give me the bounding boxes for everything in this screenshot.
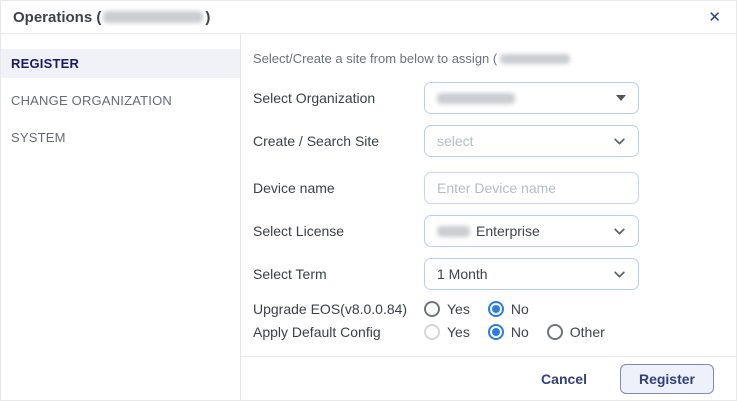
apply-default-config-radio-group: Yes No Other (424, 324, 605, 340)
modal-footer: Cancel Register (253, 357, 736, 401)
redacted-device-id (103, 11, 203, 23)
register-button[interactable]: Register (620, 364, 714, 394)
apply-default-config-radio-no[interactable]: No (488, 324, 529, 340)
upgrade-eos-radio-group: Yes No (424, 301, 529, 317)
upgrade-eos-label: Upgrade EOS(v8.0.0.84) (253, 301, 424, 317)
select-license-dropdown[interactable]: Enterprise (424, 215, 639, 247)
row-select-organization: Select Organization (253, 82, 736, 114)
upgrade-eos-no-label: No (511, 301, 529, 317)
select-organization-dropdown[interactable] (424, 82, 639, 114)
device-name-placeholder: Enter Device name (437, 180, 626, 196)
upgrade-eos-radio-yes[interactable]: Yes (424, 301, 470, 317)
apply-default-config-other-label: Other (570, 324, 605, 340)
chevron-down-icon (613, 225, 626, 238)
radio-checked-icon (488, 324, 504, 340)
select-term-value: 1 Month (437, 266, 613, 282)
sidebar-item-register[interactable]: REGISTER (1, 49, 240, 78)
create-search-site-placeholder: select (437, 133, 613, 149)
modal-header: Operations () ✕ (1, 1, 736, 34)
chevron-down-icon (613, 268, 626, 281)
radio-unchecked-icon (424, 301, 440, 317)
apply-default-config-radio-other[interactable]: Other (547, 324, 605, 340)
row-upgrade-eos: Upgrade EOS(v8.0.0.84) Yes No (253, 301, 736, 317)
modal-title-prefix: Operations ( (13, 9, 101, 26)
select-term-dropdown[interactable]: 1 Month (424, 258, 639, 290)
upgrade-eos-yes-label: Yes (447, 301, 470, 317)
apply-default-config-no-label: No (511, 324, 529, 340)
select-organization-label: Select Organization (253, 90, 424, 106)
row-select-license: Select License Enterprise (253, 215, 736, 247)
select-organization-value (437, 93, 616, 104)
modal-title-suffix: ) (205, 9, 210, 26)
row-create-search-site: Create / Search Site select (253, 125, 736, 157)
row-device-name: Device name Enter Device name (253, 172, 736, 204)
cancel-button[interactable]: Cancel (541, 371, 587, 387)
redacted-organization-name (437, 93, 515, 104)
redacted-device-id-inline (500, 54, 570, 64)
radio-unchecked-icon (547, 324, 563, 340)
row-apply-default-config: Apply Default Config Yes No Other (253, 324, 736, 340)
create-search-site-label: Create / Search Site (253, 133, 424, 149)
assign-instruction-text: Select/Create a site from below to assig… (253, 51, 497, 66)
chevron-down-icon (613, 135, 626, 148)
operations-modal: Operations () ✕ REGISTER CHANGE ORGANIZA… (0, 0, 737, 401)
radio-disabled-icon (424, 324, 440, 340)
create-search-site-dropdown[interactable]: select (424, 125, 639, 157)
apply-default-config-label: Apply Default Config (253, 324, 424, 340)
sidebar: REGISTER CHANGE ORGANIZATION SYSTEM (1, 34, 241, 400)
sidebar-item-change-organization[interactable]: CHANGE ORGANIZATION (1, 86, 240, 115)
select-license-value: Enterprise (437, 223, 613, 239)
close-icon[interactable]: ✕ (708, 10, 721, 25)
radio-checked-icon (488, 301, 504, 317)
select-license-value-text: Enterprise (476, 223, 540, 239)
apply-default-config-yes-label: Yes (447, 324, 470, 340)
redacted-license-prefix (437, 226, 470, 237)
select-term-label: Select Term (253, 266, 424, 282)
device-name-input[interactable]: Enter Device name (424, 172, 639, 204)
modal-body: REGISTER CHANGE ORGANIZATION SYSTEM Sele… (1, 34, 736, 400)
device-name-label: Device name (253, 180, 424, 196)
caret-down-icon (616, 95, 626, 101)
assign-instruction: Select/Create a site from below to assig… (253, 51, 736, 66)
register-panel: Select/Create a site from below to assig… (241, 34, 736, 400)
row-select-term: Select Term 1 Month (253, 258, 736, 290)
select-license-label: Select License (253, 223, 424, 239)
sidebar-item-system[interactable]: SYSTEM (1, 123, 240, 152)
upgrade-eos-radio-no[interactable]: No (488, 301, 529, 317)
modal-title: Operations () (13, 9, 210, 26)
apply-default-config-radio-yes: Yes (424, 324, 470, 340)
